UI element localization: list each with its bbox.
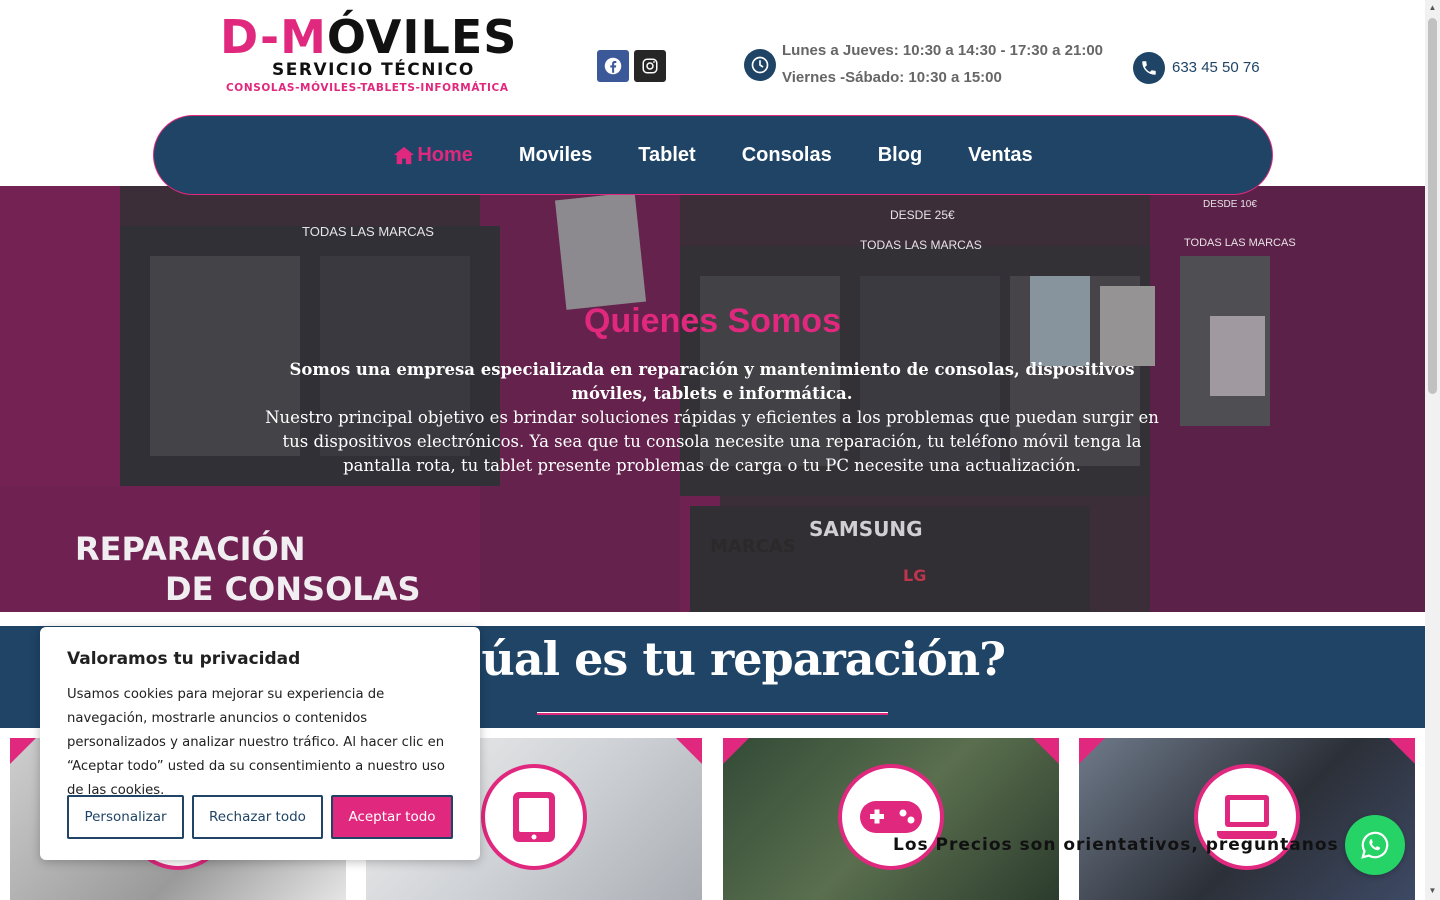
svg-text:SAMSUNG: SAMSUNG [809, 517, 923, 541]
nav-item-home[interactable]: Home [393, 144, 473, 167]
repair-card-consolas[interactable] [723, 738, 1059, 900]
page-scrollbar[interactable]: ▲ ▼ [1425, 0, 1440, 900]
about-text: Somos una empresa especializada en repar… [262, 358, 1162, 478]
hours-weekend: Viernes -Sábado: 10:30 a 15:00 [782, 69, 1002, 86]
nav-item-ventas[interactable]: Ventas [968, 144, 1032, 167]
svg-text:MARCAS: MARCAS [710, 536, 796, 557]
cookie-buttons: Personalizar Rechazar todo Aceptar todo [67, 795, 453, 839]
svg-text:DESDE 10€: DESDE 10€ [1203, 199, 1257, 210]
tablet-icon [481, 764, 587, 870]
site-logo[interactable]: D-MÓVILES SERVICIO TÉCNICO CONSOLAS-MÓVI… [220, 8, 520, 100]
nav-item-blog[interactable]: Blog [878, 144, 922, 167]
customize-button[interactable]: Personalizar [67, 795, 184, 839]
phone-icon [1133, 52, 1165, 84]
phone-number-link[interactable]: 633 45 50 76 [1172, 59, 1260, 76]
whatsapp-button[interactable] [1345, 815, 1405, 875]
nav-item-moviles[interactable]: Moviles [519, 144, 592, 167]
svg-text:LG: LG [903, 566, 926, 585]
logo-subtitle: SERVICIO TÉCNICO [272, 60, 475, 80]
prices-note: Los Precios son orientativos, preguntano… [893, 835, 1339, 855]
title-divider [537, 712, 888, 715]
clock-icon [744, 49, 776, 81]
instagram-link[interactable] [634, 50, 666, 82]
facebook-icon [604, 57, 622, 75]
about-title: Quienes Somos [584, 302, 841, 340]
whatsapp-icon [1361, 831, 1389, 859]
cookie-consent-banner: Valoramos tu privacidad Usamos cookies p… [40, 627, 480, 860]
cookie-text: Usamos cookies para mejorar su experienc… [67, 687, 445, 798]
svg-text:REPARACIÓN: REPARACIÓN [75, 529, 306, 568]
nav-item-tablet[interactable]: Tablet [638, 144, 695, 167]
svg-text:DE CONSOLAS: DE CONSOLAS [165, 570, 420, 608]
reject-all-button[interactable]: Rechazar todo [192, 795, 323, 839]
about-intro: Somos una empresa especializada en repar… [289, 360, 1135, 403]
hours-weekdays: Lunes a Jueves: 10:30 a 14:30 - 17:30 a … [782, 42, 1104, 59]
svg-text:TODAS LAS MARCAS: TODAS LAS MARCAS [1184, 237, 1296, 249]
scroll-thumb[interactable] [1428, 18, 1437, 394]
scroll-up-arrow-icon[interactable]: ▲ [1428, 2, 1437, 14]
nav-item-consolas[interactable]: Consolas [742, 144, 832, 167]
accept-all-button[interactable]: Aceptar todo [331, 795, 453, 839]
logo-tagline: CONSOLAS-MÓVILES-TABLETS-INFORMÁTICA [226, 82, 509, 94]
svg-text:DESDE 25€: DESDE 25€ [890, 208, 955, 222]
instagram-icon [642, 58, 658, 74]
about-hero: REPARACIÓN DE CONSOLAS TODAS LAS MARCAS … [0, 186, 1425, 612]
about-body: Nuestro principal objetivo es brindar so… [265, 408, 1159, 475]
logo-wordmark: D-MÓVILES [220, 10, 518, 64]
home-icon [394, 146, 415, 165]
svg-text:TODAS LAS MARCAS: TODAS LAS MARCAS [302, 224, 434, 239]
scroll-down-arrow-icon[interactable]: ▼ [1428, 885, 1437, 897]
cookie-title: Valoramos tu privacidad [67, 649, 301, 669]
main-nav: Home Moviles Tablet Consolas Blog Ventas [153, 115, 1273, 195]
facebook-link[interactable] [597, 50, 629, 82]
svg-text:TODAS LAS MARCAS: TODAS LAS MARCAS [860, 238, 982, 252]
